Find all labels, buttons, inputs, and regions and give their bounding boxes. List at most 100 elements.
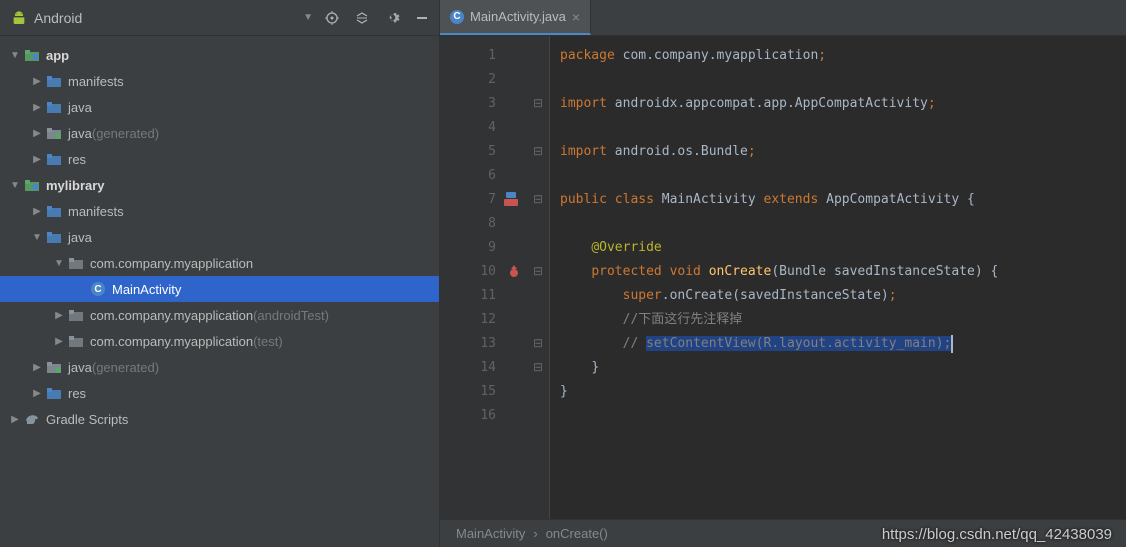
fold-icon[interactable]: ⊟ [533, 336, 543, 350]
folder-icon [46, 229, 62, 245]
editor-pane: C MainActivity.java × 123456789101112131… [440, 0, 1126, 547]
line-number[interactable]: 8 [440, 212, 496, 236]
expand-arrow-icon[interactable]: ▼ [10, 50, 20, 61]
tree-item-label: manifests [68, 74, 124, 89]
breadcrumb-sep: › [533, 526, 537, 541]
expand-arrow-icon[interactable]: ▶ [10, 414, 20, 425]
line-number[interactable]: 6 [440, 164, 496, 188]
tree-item-manifests[interactable]: ▶ manifests [0, 68, 439, 94]
line-number[interactable]: 2 [440, 68, 496, 92]
line-number[interactable]: 9 [440, 236, 496, 260]
fold-icon[interactable]: ⊟ [533, 144, 543, 158]
gear-icon[interactable] [383, 9, 401, 27]
code-area: 12345678910111213141516 ⊟ ⊟ ⊟ ⊟ ⊟ ⊟ pack… [440, 36, 1126, 519]
fold-icon[interactable]: ⊟ [533, 96, 543, 110]
expand-arrow-icon[interactable]: ▼ [54, 258, 64, 269]
module-icon [24, 47, 40, 63]
folder-icon [46, 73, 62, 89]
gradle-icon [24, 411, 40, 427]
tree-item-suffix: (generated) [92, 126, 159, 141]
tree-item-com-company-myapplication[interactable]: ▼ com.company.myapplication [0, 250, 439, 276]
folder-gen-icon [46, 125, 62, 141]
tree-item-res[interactable]: ▶ res [0, 380, 439, 406]
folder-icon [46, 151, 62, 167]
fold-icon[interactable]: ⊟ [533, 192, 543, 206]
tree-item-label: res [68, 386, 86, 401]
line-number[interactable]: 12 [440, 308, 496, 332]
tree-item-java[interactable]: ▶ java [0, 94, 439, 120]
tree-item-manifests[interactable]: ▶ manifests [0, 198, 439, 224]
close-icon[interactable]: × [572, 9, 580, 25]
expand-arrow-icon[interactable]: ▶ [32, 388, 42, 399]
target-icon[interactable] [323, 9, 341, 27]
line-number[interactable]: 14 [440, 356, 496, 380]
tree-item-MainActivity[interactable]: C MainActivity [0, 276, 439, 302]
line-number[interactable]: 13 [440, 332, 496, 356]
tree-item-label: manifests [68, 204, 124, 219]
folder-icon [46, 385, 62, 401]
fold-icon[interactable]: ⊟ [533, 264, 543, 278]
project-tree[interactable]: ▼app ▶ manifests ▶ java ▶ java (generated) ▶ res… [0, 36, 439, 547]
package-icon [68, 333, 84, 349]
breadcrumb[interactable]: MainActivity › onCreate() [440, 519, 1126, 547]
project-panel-header: Android ▼ [0, 0, 439, 36]
collapse-icon[interactable] [353, 9, 371, 27]
line-number[interactable]: 10 [440, 260, 496, 284]
tree-item-label: java [68, 230, 92, 245]
expand-arrow-icon[interactable]: ▼ [32, 232, 42, 243]
annotation-gutter[interactable]: ⊟ ⊟ ⊟ ⊟ ⊟ ⊟ [502, 36, 550, 519]
expand-arrow-icon[interactable]: ▶ [32, 362, 42, 373]
tree-item-java[interactable]: ▶ java (generated) [0, 354, 439, 380]
tree-item-com-company-myapplication[interactable]: ▶com.company.myapplication (androidTest) [0, 302, 439, 328]
tree-item-label: res [68, 152, 86, 167]
expand-arrow-icon[interactable]: ▶ [32, 76, 42, 87]
expand-arrow-icon[interactable]: ▶ [32, 102, 42, 113]
tab-mainactivity[interactable]: C MainActivity.java × [440, 0, 591, 35]
tree-item-label: Gradle Scripts [46, 412, 128, 427]
expand-arrow-icon[interactable]: ▼ [10, 180, 20, 191]
tab-label: MainActivity.java [470, 9, 566, 24]
line-number[interactable]: 4 [440, 116, 496, 140]
package-icon [68, 255, 84, 271]
tree-item-app[interactable]: ▼app [0, 42, 439, 68]
code-content[interactable]: package com.company.myapplication; impor… [550, 36, 1126, 519]
tree-item-label: com.company.myapplication [90, 256, 253, 271]
tree-item-label: java [68, 126, 92, 141]
folder-icon [46, 99, 62, 115]
breadcrumb-method[interactable]: onCreate() [546, 526, 608, 541]
tree-item-com-company-myapplication[interactable]: ▶com.company.myapplication (test) [0, 328, 439, 354]
line-number[interactable]: 7 [440, 188, 496, 212]
line-number[interactable]: 11 [440, 284, 496, 308]
tree-item-Gradle Scripts[interactable]: ▶ Gradle Scripts [0, 406, 439, 432]
package-icon [68, 307, 84, 323]
project-panel-title: Android [34, 10, 303, 26]
class-icon: C [450, 10, 464, 24]
tree-item-label: mylibrary [46, 178, 105, 193]
minimize-icon[interactable] [413, 9, 431, 27]
line-number[interactable]: 1 [440, 44, 496, 68]
line-number[interactable]: 3 [440, 92, 496, 116]
module-icon [24, 177, 40, 193]
tree-item-res[interactable]: ▶ res [0, 146, 439, 172]
line-number[interactable]: 5 [440, 140, 496, 164]
tree-item-mylibrary[interactable]: ▼ mylibrary [0, 172, 439, 198]
tree-item-java[interactable]: ▼ java [0, 224, 439, 250]
expand-arrow-icon[interactable]: ▶ [32, 154, 42, 165]
tree-item-label: com.company.myapplication [90, 334, 253, 349]
expand-arrow-icon[interactable]: ▶ [54, 336, 64, 347]
tree-item-label: java [68, 360, 92, 375]
breadcrumb-class[interactable]: MainActivity [456, 526, 525, 541]
tree-item-java[interactable]: ▶ java (generated) [0, 120, 439, 146]
expand-arrow-icon[interactable]: ▶ [32, 128, 42, 139]
line-number[interactable]: 16 [440, 404, 496, 428]
expand-arrow-icon[interactable]: ▶ [54, 310, 64, 321]
line-number[interactable]: 15 [440, 380, 496, 404]
class-icon: C [90, 281, 106, 297]
fold-end-icon[interactable]: ⊟ [533, 360, 543, 374]
editor-tabs: C MainActivity.java × [440, 0, 1126, 36]
expand-arrow-icon[interactable]: ▶ [32, 206, 42, 217]
tree-item-label: java [68, 100, 92, 115]
dropdown-icon[interactable]: ▼ [303, 12, 313, 23]
tree-item-suffix: (generated) [92, 360, 159, 375]
tree-item-label: MainActivity [112, 282, 181, 297]
